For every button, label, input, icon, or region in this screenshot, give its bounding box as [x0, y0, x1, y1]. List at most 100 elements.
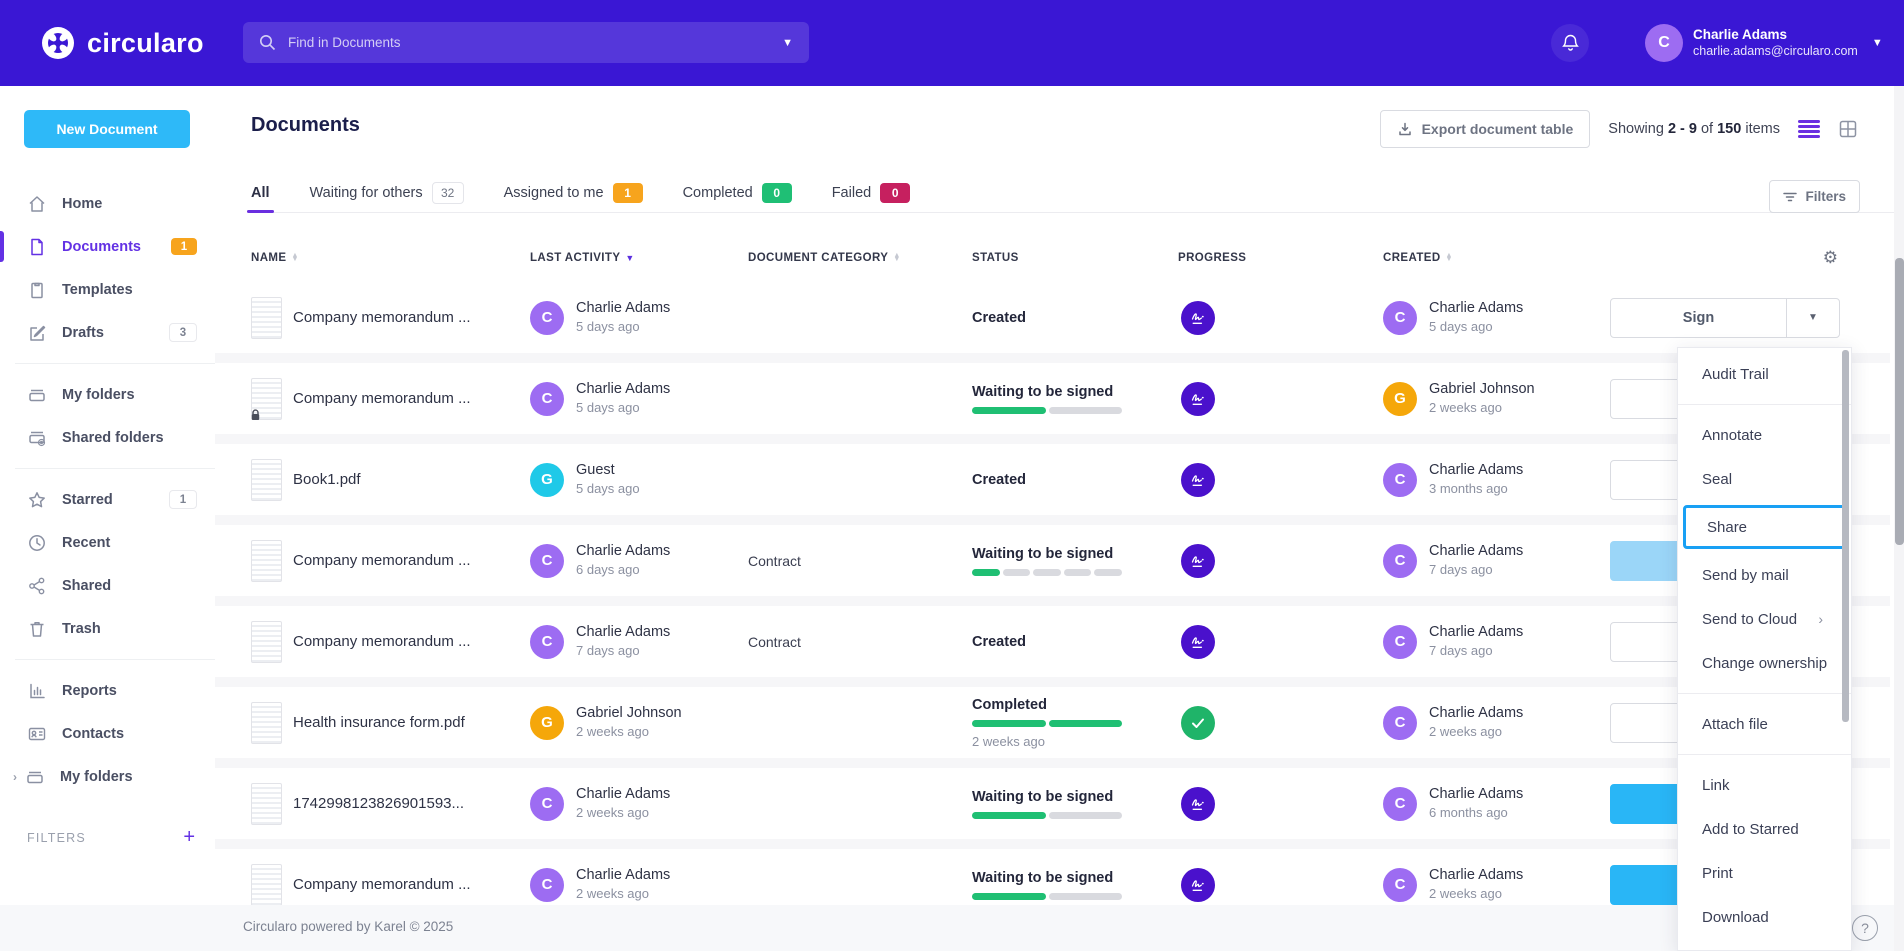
user-name: Charlie Adams	[1693, 27, 1858, 44]
sort-icon[interactable]: ▲▼	[893, 254, 900, 262]
document-name[interactable]: Company memorandum ...	[293, 606, 521, 677]
sort-desc-icon[interactable]: ▼	[625, 253, 634, 263]
sidebar-item-starred[interactable]: Starred 1	[0, 478, 215, 521]
menu-item-download[interactable]: Download	[1678, 895, 1851, 939]
chevron-right-icon[interactable]: ›	[13, 770, 17, 784]
document-name[interactable]: Company memorandum ...	[293, 363, 521, 434]
sidebar-item-templates[interactable]: Templates	[0, 268, 215, 311]
created-user-name: Charlie Adams	[1429, 544, 1523, 560]
document-category	[748, 768, 908, 839]
notifications-button[interactable]	[1551, 24, 1589, 62]
document-name[interactable]: Health insurance form.pdf	[293, 687, 521, 758]
status-text: Waiting to be signed	[972, 789, 1113, 805]
column-header-document-category[interactable]: DOCUMENT CATEGORY▲▼	[748, 252, 901, 264]
brand[interactable]: circularo	[40, 25, 204, 61]
menu-item-audit-trail[interactable]: Audit Trail	[1678, 352, 1851, 396]
sidebar-item-my-folders[interactable]: My folders	[0, 373, 215, 416]
document-name[interactable]: Book1.pdf	[293, 444, 521, 515]
last-activity-cell: C Charlie Adams 6 days ago	[530, 525, 740, 596]
table-row[interactable]: 1742998123826901593... C Charlie Adams 2…	[215, 768, 1890, 849]
export-document-table-button[interactable]: Export document table	[1380, 110, 1591, 148]
sidebar-item-drafts[interactable]: Drafts 3	[0, 311, 215, 354]
actions-caret-icon[interactable]: ▼	[1787, 299, 1839, 337]
table-row[interactable]: Book1.pdf G Guest 5 days ago Created	[215, 444, 1890, 525]
sidebar-item-reports[interactable]: Reports	[0, 669, 215, 712]
table-row[interactable]: Health insurance form.pdf G Gabriel John…	[215, 687, 1890, 768]
drafts-count-badge: 3	[169, 323, 197, 342]
add-filter-button[interactable]: +	[183, 826, 195, 849]
footer-copyright: Circularo powered by Karel © 2025	[243, 919, 453, 934]
sidebar-item-shared-folders[interactable]: Shared folders	[0, 416, 215, 459]
help-button[interactable]: ?	[1852, 915, 1878, 941]
search-input[interactable]	[286, 34, 782, 51]
document-name[interactable]: Company memorandum ...	[293, 525, 521, 596]
progress-cell	[1178, 768, 1218, 839]
activity-time: 5 days ago	[576, 320, 670, 334]
menu-item-add-to-starred[interactable]: Add to Starred	[1678, 807, 1851, 851]
last-activity-cell: C Charlie Adams 5 days ago	[530, 363, 740, 434]
sidebar-item-trash[interactable]: Trash	[0, 607, 215, 650]
sidebar-item-label: Recent	[62, 535, 110, 551]
created-time: 2 weeks ago	[1429, 401, 1535, 415]
global-search[interactable]: ▼	[243, 22, 809, 63]
user-menu[interactable]: C Charlie Adams charlie.adams@circularo.…	[1645, 24, 1883, 62]
column-header-last-activity[interactable]: LAST ACTIVITY▼	[530, 252, 635, 264]
created-avatar: C	[1383, 625, 1417, 659]
sidebar-item-contacts[interactable]: Contacts	[0, 712, 215, 755]
menu-item-print[interactable]: Print	[1678, 851, 1851, 895]
tab-assigned-to-me[interactable]: Assigned to me1	[504, 174, 643, 212]
sidebar-item-home[interactable]: Home	[0, 182, 215, 225]
sort-icon[interactable]: ▲▼	[291, 254, 298, 262]
created-avatar: G	[1383, 382, 1417, 416]
tab-label: Assigned to me	[504, 185, 604, 201]
status-cell: Created	[972, 282, 1152, 353]
sidebar-item-shared[interactable]: Shared	[0, 564, 215, 607]
menu-item-attach-file[interactable]: Attach file	[1678, 702, 1851, 746]
table-row[interactable]: Company memorandum ... C Charlie Adams 5…	[215, 282, 1890, 363]
menu-item-change-ownership[interactable]: Change ownership	[1678, 641, 1851, 685]
created-cell: C Charlie Adams 2 weeks ago	[1383, 687, 1593, 758]
table-settings-gear-icon[interactable]: ⚙	[1823, 248, 1838, 268]
table-row[interactable]: Company memorandum ... C Charlie Adams 5…	[215, 363, 1890, 444]
tab-all[interactable]: All	[251, 174, 270, 212]
tab-label: All	[251, 185, 270, 201]
menu-item-send-to-cloud[interactable]: Send to Cloud›	[1678, 597, 1851, 641]
filters-button[interactable]: Filters	[1769, 180, 1860, 213]
window-scrollbar[interactable]	[1894, 86, 1904, 951]
sidebar-item-label: Shared folders	[62, 430, 164, 446]
column-header-created[interactable]: CREATED▲▼	[1383, 252, 1453, 264]
last-activity-cell: C Charlie Adams 5 days ago	[530, 282, 740, 353]
menu-item-link[interactable]: Link	[1678, 763, 1851, 807]
brand-name: circularo	[87, 28, 204, 59]
menu-item-seal[interactable]: Seal	[1678, 457, 1851, 501]
sign-button[interactable]: Sign ▼	[1610, 298, 1840, 338]
filter-icon	[1783, 191, 1797, 203]
sidebar-item-recent[interactable]: Recent	[0, 521, 215, 564]
sidebar-item-my-folders-tree[interactable]: › My folders	[0, 755, 215, 798]
activity-time: 2 weeks ago	[576, 806, 670, 820]
tab-failed[interactable]: Failed0	[832, 174, 911, 212]
document-name[interactable]: Company memorandum ...	[293, 282, 521, 353]
tab-waiting-for-others[interactable]: Waiting for others32	[310, 174, 464, 212]
document-category: Contract	[748, 525, 908, 596]
column-header-name[interactable]: NAME▲▼	[251, 252, 299, 264]
document-name[interactable]: 1742998123826901593...	[293, 768, 521, 839]
window-scrollbar-thumb[interactable]	[1895, 258, 1904, 545]
menu-scrollbar-thumb[interactable]	[1842, 350, 1849, 722]
tab-count-badge: 32	[432, 182, 464, 204]
table-row[interactable]: Company memorandum ... C Charlie Adams 6…	[215, 525, 1890, 606]
menu-item-share[interactable]: Share	[1683, 505, 1846, 549]
tab-completed[interactable]: Completed0	[683, 174, 792, 212]
new-document-button[interactable]: New Document	[24, 110, 190, 148]
sidebar-item-documents[interactable]: Documents 1	[0, 225, 215, 268]
table-row[interactable]: Company memorandum ... C Charlie Adams 7…	[215, 606, 1890, 687]
menu-item-annotate[interactable]: Annotate	[1678, 413, 1851, 457]
document-category	[748, 363, 908, 434]
grid-view-button[interactable]	[1838, 119, 1858, 139]
search-icon	[259, 34, 276, 51]
menu-item-send-by-mail[interactable]: Send by mail	[1678, 553, 1851, 597]
search-scope-caret-icon[interactable]: ▼	[782, 37, 793, 49]
sort-icon[interactable]: ▲▼	[1446, 254, 1453, 262]
activity-time: 2 weeks ago	[576, 887, 670, 901]
list-view-button[interactable]	[1798, 120, 1820, 138]
